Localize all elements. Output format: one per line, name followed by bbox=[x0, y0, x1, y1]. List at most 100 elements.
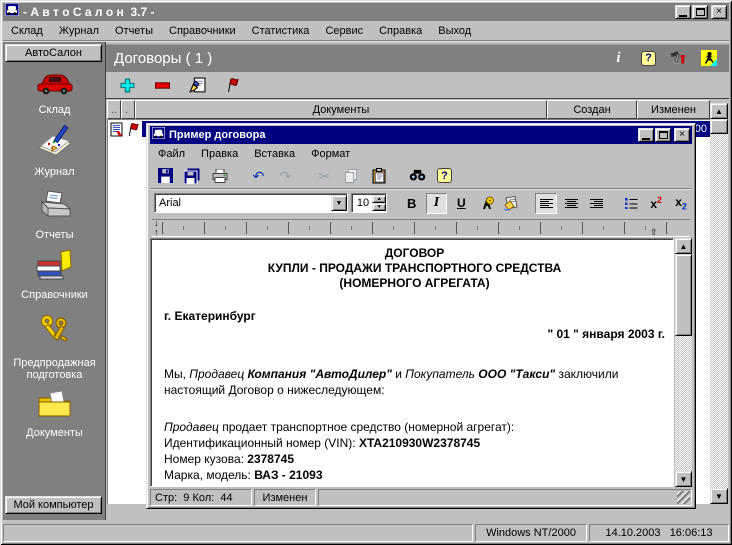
add-icon[interactable] bbox=[118, 76, 136, 94]
italic-button[interactable]: I bbox=[426, 193, 448, 214]
doc-scroll-up-icon[interactable]: ▲ bbox=[675, 238, 692, 254]
bullet-list-icon[interactable] bbox=[620, 193, 642, 214]
column-icon1[interactable]: .. bbox=[107, 100, 121, 119]
menu-sklad[interactable]: Склад bbox=[3, 23, 51, 39]
spin-down-icon[interactable]: ▼ bbox=[372, 203, 386, 211]
font-select[interactable]: Arial ▼ bbox=[154, 193, 348, 213]
sidebar-item-otchety[interactable]: Отчеты bbox=[3, 189, 106, 241]
panel-toolbar bbox=[106, 72, 729, 99]
flag-icon[interactable] bbox=[223, 76, 241, 94]
undo-icon[interactable]: ↶ bbox=[247, 165, 270, 186]
close-button[interactable]: × bbox=[711, 5, 727, 19]
bold-button[interactable]: B bbox=[401, 193, 423, 214]
paste-icon[interactable] bbox=[367, 165, 390, 186]
editor-menu-format[interactable]: Формат bbox=[303, 146, 358, 162]
delete-icon[interactable] bbox=[153, 76, 171, 94]
ruler[interactable]: ↓ ↑ ⇧ bbox=[152, 219, 690, 237]
doc-title-line1: ДОГОВОР bbox=[164, 246, 665, 261]
scroll-down-icon[interactable]: ▼ bbox=[710, 488, 728, 504]
copy-icon[interactable] bbox=[340, 165, 363, 186]
sidebar-item-label: Справочники bbox=[21, 289, 88, 301]
editor-maximize-button[interactable] bbox=[655, 128, 671, 142]
column-izmenen[interactable]: Изменен bbox=[637, 100, 710, 119]
align-left-button[interactable] bbox=[535, 193, 557, 214]
redo-icon[interactable]: ↷ bbox=[274, 165, 297, 186]
superscript-button[interactable]: x2 bbox=[645, 193, 667, 214]
sidebar-item-sklad[interactable]: Склад bbox=[3, 70, 106, 116]
column-icon2[interactable]: . bbox=[121, 100, 135, 119]
minimize-button[interactable] bbox=[675, 5, 691, 19]
doc-scrollbar-thumb[interactable] bbox=[675, 254, 692, 336]
help-icon[interactable]: ? bbox=[640, 50, 657, 67]
editor-toolbar-format: Arial ▼ 10 ▲ ▼ B I U bbox=[150, 188, 692, 218]
editor-menu-insert[interactable]: Вставка bbox=[246, 146, 303, 162]
menu-zhurnal[interactable]: Журнал bbox=[51, 23, 107, 39]
sidebar-item-label: Отчеты bbox=[35, 229, 73, 241]
app-window: - А в т о С а л о н 3.7 - × Склад Журнал… bbox=[0, 0, 732, 545]
exit-icon[interactable] bbox=[700, 50, 717, 67]
tools-icon[interactable] bbox=[670, 50, 687, 67]
sidebar-item-label: Склад bbox=[39, 104, 71, 116]
font-size-stepper[interactable]: 10 ▲ ▼ bbox=[351, 193, 387, 213]
chevron-down-icon[interactable]: ▼ bbox=[331, 195, 347, 211]
menu-otchety[interactable]: Отчеты bbox=[107, 23, 161, 39]
font-name-value: Arial bbox=[159, 197, 181, 209]
scroll-up-icon[interactable]: ▲ bbox=[710, 103, 728, 119]
save-icon[interactable] bbox=[154, 165, 177, 186]
spin-up-icon[interactable]: ▲ bbox=[372, 195, 386, 203]
subscript-button[interactable]: x2 bbox=[670, 193, 692, 214]
underline-button[interactable]: U bbox=[450, 193, 472, 214]
sidebar-item-dokumenty[interactable]: Документы bbox=[3, 389, 106, 439]
document-icon bbox=[110, 122, 124, 136]
table-scrollbar[interactable]: ▲ ▼ bbox=[710, 103, 728, 504]
sidebar-item-label: Предпродажная подготовка bbox=[9, 357, 101, 381]
sidebar-item-zhurnal[interactable]: Журнал bbox=[3, 124, 106, 178]
doc-scroll-down-icon[interactable]: ▼ bbox=[675, 471, 692, 487]
editor-close-button[interactable]: × bbox=[674, 128, 690, 142]
sidebar-group-avtosalon[interactable]: АвтоСалон bbox=[5, 44, 102, 62]
menu-spravka[interactable]: Справка bbox=[371, 23, 430, 39]
align-center-button[interactable] bbox=[560, 193, 582, 214]
editor-titlebar[interactable]: Пример договора × bbox=[150, 126, 692, 144]
table-header: .. . Документы Создан Изменен bbox=[107, 100, 710, 119]
status-message bbox=[3, 524, 473, 542]
menu-statistika[interactable]: Статистика bbox=[244, 23, 318, 39]
info-icon[interactable]: i bbox=[610, 50, 627, 67]
document-scrollbar[interactable]: ▲ ▼ bbox=[675, 238, 692, 487]
sidebar-item-spravochniki[interactable]: Справочники bbox=[3, 249, 106, 301]
highlight-icon[interactable] bbox=[500, 193, 522, 214]
column-dokumenty[interactable]: Документы bbox=[135, 100, 547, 119]
ruler-indent-marker[interactable]: ⇧ bbox=[650, 228, 658, 237]
align-right-button[interactable] bbox=[585, 193, 607, 214]
column-sozdan[interactable]: Создан bbox=[547, 100, 637, 119]
menu-servis[interactable]: Сервис bbox=[317, 23, 371, 39]
sidebar-item-predprodazhnaya[interactable]: Предпродажная подготовка bbox=[3, 313, 106, 381]
scrollbar-thumb[interactable] bbox=[710, 119, 728, 134]
books-icon bbox=[35, 249, 75, 286]
ruler-bottom-marker[interactable]: ↑ bbox=[154, 228, 159, 237]
journal-icon bbox=[35, 124, 75, 163]
doc-model-line: Марка, модель: ВАЗ - 21093 bbox=[164, 467, 665, 483]
editor-menu-file[interactable]: Файл bbox=[150, 146, 193, 162]
sidebar-item-label: Документы bbox=[26, 427, 83, 439]
doc-body-line: Номер кузова: 2378745 bbox=[164, 451, 665, 467]
editor-minimize-button[interactable] bbox=[638, 128, 654, 142]
resize-grip[interactable] bbox=[677, 491, 690, 504]
maximize-button[interactable] bbox=[692, 5, 708, 19]
document-canvas[interactable]: ДОГОВОР КУПЛИ - ПРОДАЖИ ТРАНСПОРТНОГО СР… bbox=[150, 238, 674, 487]
titlebar[interactable]: - А в т о С а л о н 3.7 - × bbox=[3, 3, 729, 21]
menu-spravochniki[interactable]: Справочники bbox=[161, 23, 244, 39]
editor-menu-edit[interactable]: Правка bbox=[193, 146, 246, 162]
panel-title: Договоры ( 1 ) bbox=[114, 50, 212, 67]
cursor-position: Стр: 9 Кол: 44 bbox=[150, 489, 252, 506]
my-computer-button[interactable]: Мой компьютер bbox=[5, 496, 102, 514]
menu-vykhod[interactable]: Выход bbox=[430, 23, 479, 39]
editor-toolbar-main: ↶ ↷ ✂ ? bbox=[150, 163, 692, 188]
find-icon[interactable] bbox=[406, 165, 429, 186]
cut-icon[interactable]: ✂ bbox=[313, 165, 336, 186]
save-all-icon[interactable] bbox=[181, 165, 204, 186]
font-color-icon[interactable] bbox=[475, 193, 497, 214]
print-icon[interactable] bbox=[208, 165, 231, 186]
editor-help-icon[interactable]: ? bbox=[433, 165, 456, 186]
edit-icon[interactable] bbox=[188, 76, 206, 94]
